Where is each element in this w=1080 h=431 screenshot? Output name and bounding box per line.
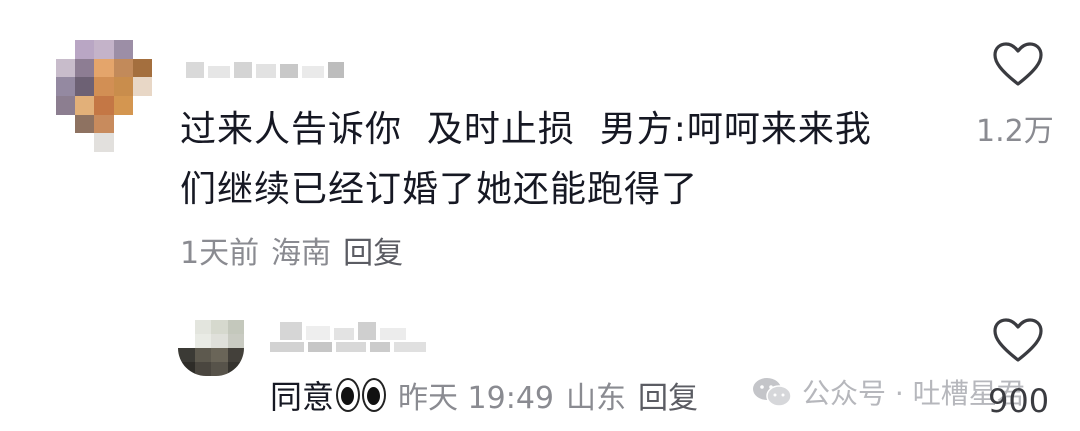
comment-time: 1天前	[180, 236, 260, 271]
comment-text-line: 们继续已经订婚了她还能跑得了	[180, 169, 699, 210]
comment-text-line: 过来人告诉你 及时止损 男方:呵呵来来我	[180, 109, 872, 150]
like-count: 900	[988, 382, 1050, 420]
avatar[interactable]	[56, 40, 152, 152]
reply-button[interactable]: 回复	[343, 228, 403, 272]
comment-meta: 1天前 海南 回复	[180, 228, 403, 272]
username-blur	[270, 342, 426, 352]
like-count: 1.2万	[976, 114, 1054, 149]
comment-location: 山东	[566, 381, 627, 416]
comment-row: 同意 昨天 19:49 山东 回复	[270, 372, 698, 418]
comment-time: 昨天 19:49	[398, 381, 555, 416]
wechat-icon	[752, 376, 792, 408]
comment-text: 同意	[270, 378, 335, 416]
eyes-emoji	[336, 378, 387, 412]
heart-outline-icon[interactable]	[992, 318, 1044, 368]
reply-button[interactable]: 回复	[638, 373, 698, 417]
username[interactable]	[280, 322, 406, 340]
watermark: 公众号 · 吐槽星君	[752, 372, 1025, 412]
comment-location: 海南	[271, 236, 332, 271]
heart-outline-icon[interactable]	[992, 42, 1044, 92]
avatar[interactable]	[178, 320, 244, 376]
comment-text: 过来人告诉你 及时止损 男方:呵呵来来我 们继续已经订婚了她还能跑得了	[180, 100, 940, 220]
username[interactable]	[186, 62, 344, 78]
